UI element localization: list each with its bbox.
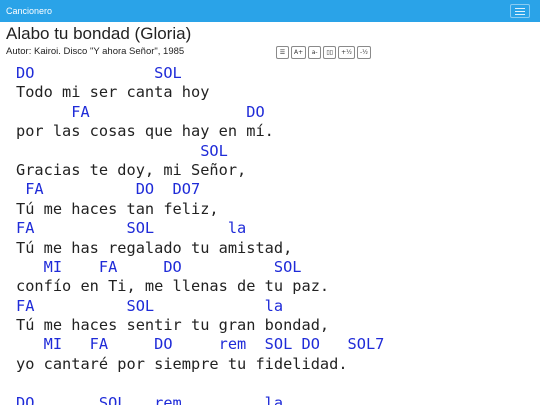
chord-line: FA DO DO7 — [16, 180, 201, 199]
lyric-line: Gracias te doy, mi Señor, — [16, 160, 247, 179]
navbar: Cancionero — [0, 0, 540, 22]
song-author: Autor: Kairoi. Disco "Y ahora Señor", 19… — [6, 46, 185, 57]
hamburger-icon[interactable] — [510, 4, 530, 18]
chord-line: FA SOL la — [16, 296, 284, 315]
chord-line: SOL — [16, 141, 228, 160]
song-toolbar: ☰ A+ a- ▯▯ +½ -½ — [276, 46, 371, 59]
layout-button[interactable]: ▯▯ — [323, 46, 337, 59]
lyric-line: yo cantaré por siempre tu fidelidad. — [16, 354, 348, 373]
transpose-up-button[interactable]: +½ — [338, 46, 355, 59]
chord-line: DO SOL rem la — [16, 393, 284, 405]
transpose-down-button[interactable]: -½ — [356, 46, 371, 59]
song-sheet: DO SOL Todo mi ser canta hoy FA DO por las… — [16, 64, 536, 405]
chord-line: FA DO — [16, 102, 265, 121]
lyric-line: Todo mi ser canta hoy — [16, 83, 210, 102]
chord-line: MI FA DO SOL — [16, 257, 302, 276]
lyric-line: por las cosas que hay en mí. — [16, 122, 274, 141]
columns-button[interactable]: ☰ — [276, 46, 289, 59]
song-title: Alabo tu bondad (Gloria) — [6, 24, 192, 43]
lyric-line: Tú me has regalado tu amistad, — [16, 238, 293, 257]
lyric-line: confío en Ti, me llenas de tu paz. — [16, 277, 330, 296]
font-decrease-button[interactable]: a- — [308, 46, 322, 59]
app-brand[interactable]: Cancionero — [0, 6, 52, 16]
chord-line: FA SOL la — [16, 219, 247, 238]
lyric-line: Tú me haces sentir tu gran bondad, — [16, 316, 330, 335]
chord-line: MI FA DO rem SOL DO SOL7 — [16, 335, 385, 354]
chord-line: DO SOL — [16, 64, 182, 82]
font-increase-button[interactable]: A+ — [291, 46, 307, 59]
lyric-line: Tú me haces tan feliz, — [16, 199, 219, 218]
